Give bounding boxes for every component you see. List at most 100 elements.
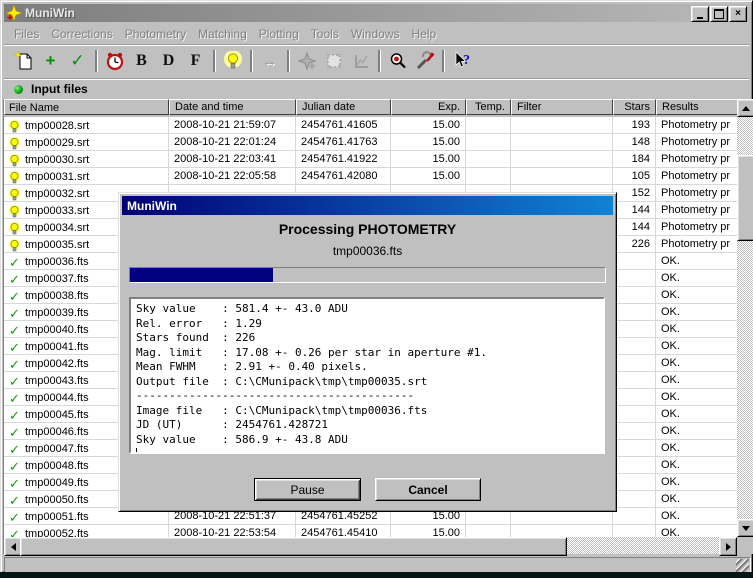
table-row[interactable]: tmp00028.srt 2008-10-21 21:59:07 2454761… [4,117,737,134]
stars-cell: 144 [613,202,656,219]
file-status-icon [8,171,21,184]
julian-date-cell: 2454761.41922 [296,151,391,168]
flat-icon: F [191,52,201,70]
column-header-filter[interactable]: Filter [511,99,613,115]
find-variables-button[interactable] [293,48,320,74]
check-icon: ✓ [9,460,20,473]
temp-cell [466,134,511,151]
menu-item[interactable]: Corrections [45,26,118,42]
close-icon: × [735,9,741,19]
bulb-icon [8,137,21,150]
menu-item[interactable]: Help [406,26,443,42]
file-name-cell: tmp00049.fts [25,477,89,489]
table-header: File Name Date and time Julian date Exp.… [4,99,737,117]
horizontal-scrollbar[interactable] [4,537,737,554]
results-cell: OK. [656,440,737,457]
temp-cell [466,168,511,185]
menu-item[interactable]: Plotting [253,26,305,42]
light-curve-button[interactable] [347,48,374,74]
column-header-results[interactable]: Results [656,99,737,115]
stars-cell [613,406,656,423]
photometry-button[interactable] [219,48,246,74]
matching-button[interactable]: ↔ [256,48,283,74]
scroll-right-button[interactable] [719,537,737,556]
column-header-file-name[interactable]: File Name [4,99,169,115]
filter-cell [511,151,613,168]
check-icon: ✓ [9,375,20,388]
menu-item[interactable]: Files [8,26,45,42]
matching-arrows-icon: ↔ [262,53,277,70]
flat-frames-button[interactable]: F [182,48,209,74]
table-row[interactable]: tmp00029.srt 2008-10-21 22:01:24 2454761… [4,134,737,151]
maximize-button[interactable] [710,6,728,22]
scroll-down-button[interactable] [737,519,753,537]
file-status-icon: ✓ [8,494,21,507]
alarm-clock-icon [105,51,125,71]
time-correction-button[interactable] [101,48,128,74]
file-name-cell: tmp00045.fts [25,409,89,421]
menu-item[interactable]: Windows [345,26,406,42]
column-header-stars[interactable]: Stars [613,99,656,115]
menu-item[interactable]: Tools [305,26,345,42]
check-files-button[interactable]: ✓ [64,48,91,74]
column-header-date-time[interactable]: Date and time [169,99,296,115]
filter-cell [511,134,613,151]
new-file-button[interactable] [10,48,37,74]
filter-cell [511,525,613,537]
resize-grip[interactable] [736,559,749,572]
stars-cell [613,508,656,525]
toolbar-separator [95,50,97,72]
column-header-julian-date[interactable]: Julian date [296,99,391,115]
file-name-cell: tmp00035.srt [25,239,89,251]
bias-frames-button[interactable]: B [128,48,155,74]
desktop: MuniWin × FilesCorrectionsPhotometryMatc… [0,0,753,578]
close-button[interactable]: × [729,6,747,22]
quick-photometry-button[interactable] [384,48,411,74]
settings-button[interactable] [411,48,438,74]
dark-frames-button[interactable]: D [155,48,182,74]
frame-set-button[interactable] [320,48,347,74]
julian-date-cell: 2454761.45410 [296,525,391,537]
stars-cell [613,321,656,338]
add-files-button[interactable]: + [37,48,64,74]
vertical-scroll-thumb[interactable] [737,155,753,241]
julian-date-cell: 2454761.41763 [296,134,391,151]
file-name-cell: tmp00039.fts [25,307,89,319]
desktop-strip [0,572,753,578]
context-help-button[interactable]: ? [448,48,475,74]
file-name-cell: tmp00048.fts [25,460,89,472]
filter-cell [511,168,613,185]
stars-cell: 193 [613,117,656,134]
minimize-button[interactable] [691,6,709,22]
window-titlebar[interactable]: MuniWin × [4,4,749,22]
scroll-up-button[interactable] [737,99,753,117]
filter-cell [511,117,613,134]
file-name-cell: tmp00029.srt [25,137,89,149]
exposure-cell: 15.00 [391,151,466,168]
dark-icon: D [163,52,175,70]
cancel-button[interactable]: Cancel [375,478,481,501]
menu-item[interactable]: Matching [192,26,253,42]
log-line: Rel. error : 1.29 [136,317,603,332]
table-row[interactable]: tmp00030.srt 2008-10-21 22:03:41 2454761… [4,151,737,168]
results-cell: OK. [656,355,737,372]
vertical-scrollbar[interactable] [737,99,753,537]
horizontal-scroll-thumb[interactable] [20,537,567,556]
file-name-cell: tmp00031.srt [25,171,89,183]
column-header-temp[interactable]: Temp. [466,99,511,115]
file-status-icon [8,137,21,150]
results-cell: Photometry pr [656,236,737,253]
stars-cell: 226 [613,236,656,253]
menu-item[interactable]: Photometry [119,26,192,42]
file-status-icon [8,188,21,201]
file-status-icon: ✓ [8,511,21,524]
table-row[interactable]: ✓ tmp00052.fts 2008-10-21 22:53:54 24547… [4,525,737,537]
column-header-exposure[interactable]: Exp. [391,99,466,115]
dialog-titlebar[interactable]: MuniWin [122,196,613,215]
log-output[interactable]: Sky value : 581.4 +- 43.0 ADURel. error … [129,297,605,454]
file-status-icon: ✓ [8,443,21,456]
table-row[interactable]: tmp00031.srt 2008-10-21 22:05:58 2454761… [4,168,737,185]
results-cell: OK. [656,389,737,406]
file-name-cell: tmp00050.fts [25,494,89,506]
pause-button[interactable]: Pause [254,478,361,501]
